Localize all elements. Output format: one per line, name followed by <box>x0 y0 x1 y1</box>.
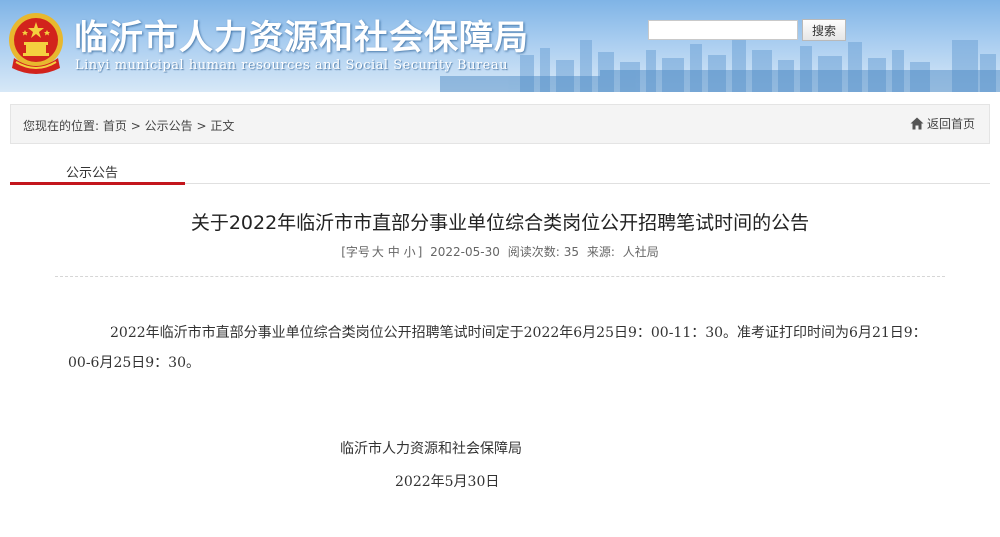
breadcrumb: 您现在的位置: 首页 > 公示公告 > 正文 <box>23 117 234 134</box>
return-home-link[interactable]: 返回首页 <box>910 115 975 132</box>
views-label: 阅读次数: <box>507 245 560 259</box>
tab-active-indicator <box>10 182 185 185</box>
national-emblem-icon <box>9 13 63 74</box>
tab-notices[interactable]: 公示公告 <box>66 162 118 181</box>
font-size-suffix: ] <box>417 245 423 259</box>
meta-divider <box>55 276 945 277</box>
font-size-medium-button[interactable]: 中 <box>388 245 400 259</box>
source-label: 来源: <box>586 245 615 259</box>
font-size-large-button[interactable]: 大 <box>372 245 384 259</box>
font-size-small-button[interactable]: 小 <box>404 245 416 259</box>
site-header: 临沂市人力资源和社会保障局 Linyi municipal human reso… <box>0 0 1000 92</box>
site-title: 临沂市人力资源和社会保障局 <box>74 18 529 58</box>
breadcrumb-current: 正文 <box>210 119 235 133</box>
search-input[interactable] <box>648 20 798 40</box>
return-home-label: 返回首页 <box>926 117 975 131</box>
home-icon <box>910 117 924 130</box>
site-subtitle: Linyi municipal human resources and Soci… <box>75 58 508 73</box>
breadcrumb-separator: > <box>130 119 141 133</box>
source-value: 人社局 <box>622 245 659 259</box>
signature-organization: 临沂市人力资源和社会保障局 <box>340 441 522 457</box>
article-meta: [字号大 中 小] 2022-05-30 阅读次数: 35 来源: 人社局 <box>0 243 1000 260</box>
breadcrumb-separator: > <box>196 119 207 133</box>
views-count: 35 <box>563 245 580 259</box>
font-size-prefix: [字号 <box>341 245 370 259</box>
breadcrumb-home-link[interactable]: 首页 <box>103 119 127 133</box>
article-title: 关于2022年临沂市市直部分事业单位综合类岗位公开招聘笔试时间的公告 <box>190 212 810 234</box>
article-body: 2022年临沂市市直部分事业单位综合类岗位公开招聘笔试时间定于2022年6月25… <box>68 325 927 371</box>
breadcrumb-prefix: 您现在的位置: <box>23 119 100 133</box>
publish-date: 2022-05-30 <box>430 245 500 259</box>
signature-date: 2022年5月30日 <box>395 474 500 490</box>
search-button[interactable]: 搜索 <box>802 19 846 41</box>
breadcrumb-notice-link[interactable]: 公示公告 <box>145 119 193 133</box>
breadcrumb-bar: 您现在的位置: 首页 > 公示公告 > 正文 返回首页 <box>10 104 990 144</box>
